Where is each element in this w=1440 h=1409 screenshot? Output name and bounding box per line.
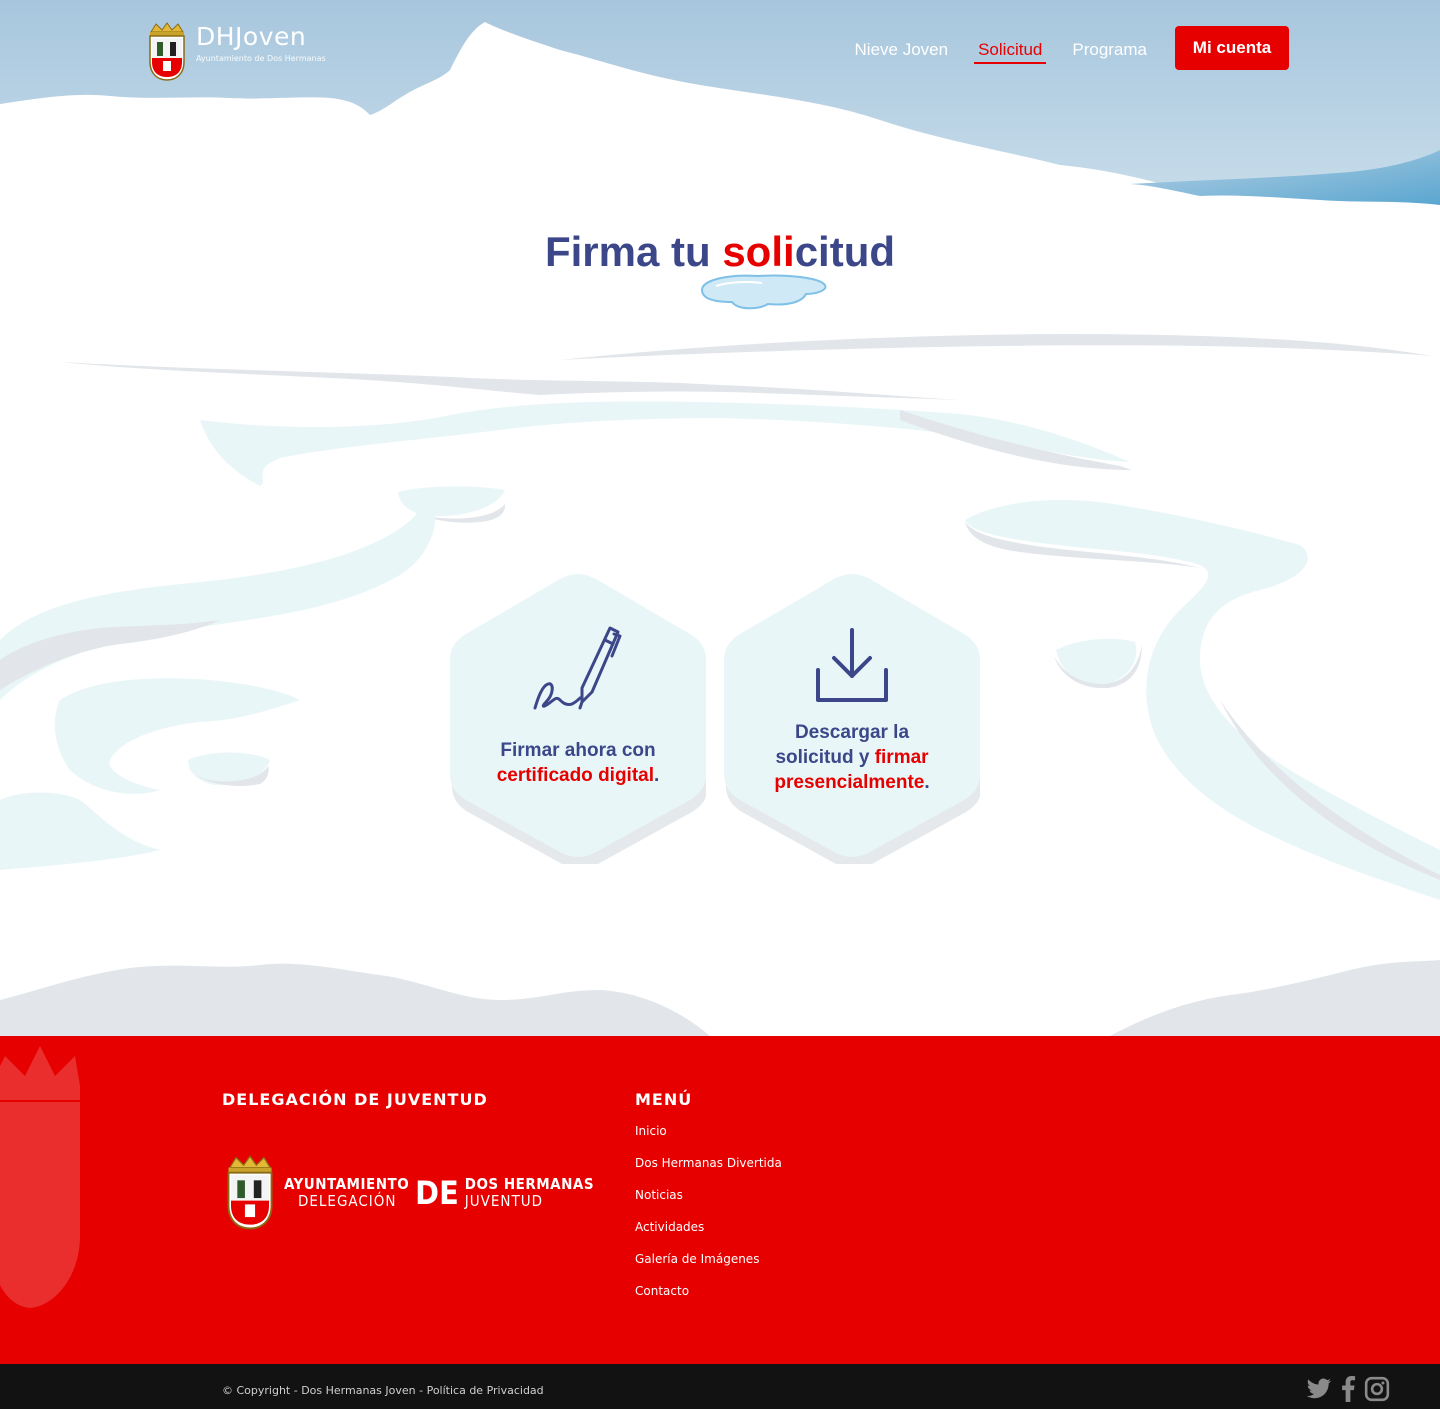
instagram-icon[interactable] xyxy=(1364,1376,1390,1406)
logo-line-dos-hermanas: DOS HERMANAS xyxy=(464,1175,595,1193)
footer-menu: Inicio Dos Hermanas Divertida Noticias A… xyxy=(635,1123,782,1299)
option-card-sign-digital[interactable]: Firmar ahora con certificado digital. xyxy=(450,574,706,864)
title-part-2: citud xyxy=(794,228,896,275)
copyright-text: © Copyright - Dos Hermanas Joven - Polít… xyxy=(222,1384,544,1397)
faded-crest-watermark xyxy=(0,1046,80,1308)
my-account-button[interactable]: Mi cuenta xyxy=(1175,26,1289,70)
crest-icon xyxy=(227,1155,273,1230)
option-text-end: . xyxy=(924,772,930,793)
footer-link-contacto[interactable]: Contacto xyxy=(635,1283,782,1299)
site-logo[interactable]: DHJoven Ayuntamiento de Dos Hermanas xyxy=(146,22,326,82)
nav-solicitud[interactable]: Solicitud xyxy=(974,32,1047,64)
title-highlight: soli xyxy=(722,228,795,275)
footer-link-inicio[interactable]: Inicio xyxy=(635,1123,782,1139)
nav-programa[interactable]: Programa xyxy=(1068,32,1151,64)
footer: DELEGACIÓN DE JUVENTUD AYUNTAMIENTO DELE… xyxy=(0,1036,1440,1364)
option-text: Descargar la solicitud y firmar presenci… xyxy=(760,720,944,795)
twitter-icon[interactable] xyxy=(1306,1378,1332,1404)
footer-link-dos-hermanas-divertida[interactable]: Dos Hermanas Divertida xyxy=(635,1155,782,1171)
ayuntamiento-logo[interactable]: AYUNTAMIENTO DELEGACIÓN DE DOS HERMANAS … xyxy=(222,1155,594,1231)
facebook-icon[interactable] xyxy=(1340,1376,1356,1406)
logo-line-juventud: JUVENTUD xyxy=(464,1192,543,1210)
hexagon-shape xyxy=(450,574,706,864)
brand-name: DHJoven xyxy=(196,22,307,51)
brand-subtitle: Ayuntamiento de Dos Hermanas xyxy=(196,54,326,63)
ice-puddle-decoration xyxy=(700,274,827,310)
main-nav: Nieve Joven Solicitud Programa Mi cuenta xyxy=(851,26,1289,70)
footer-link-actividades[interactable]: Actividades xyxy=(635,1219,782,1235)
snow-landscape-background xyxy=(0,0,1440,1036)
option-text: Firmar ahora con certificado digital. xyxy=(468,738,688,788)
social-links xyxy=(1298,1376,1390,1406)
footer-heading-delegacion: DELEGACIÓN DE JUVENTUD xyxy=(222,1090,488,1109)
option-card-download[interactable]: Descargar la solicitud y firmar presenci… xyxy=(724,574,980,864)
copyright-bar: © Copyright - Dos Hermanas Joven - Polít… xyxy=(0,1364,1440,1409)
logo-de: DE xyxy=(415,1174,459,1212)
option-text-red: certificado digital xyxy=(496,765,655,786)
nav-nieve-joven[interactable]: Nieve Joven xyxy=(851,32,953,64)
logo-line-delegacion: DELEGACIÓN xyxy=(298,1192,397,1210)
download-icon xyxy=(816,628,888,702)
footer-heading-menu: MENÚ xyxy=(635,1090,693,1109)
logo-line-ayuntamiento: AYUNTAMIENTO xyxy=(284,1175,410,1193)
option-text-lead: Firmar ahora con xyxy=(500,740,656,761)
footer-column-delegacion: DELEGACIÓN DE JUVENTUD AYUNTAMIENTO DELE… xyxy=(222,1090,594,1231)
title-part-1: Firma tu xyxy=(544,228,723,275)
hexagon-shape xyxy=(724,574,980,864)
footer-link-noticias[interactable]: Noticias xyxy=(635,1187,782,1203)
option-text-end: . xyxy=(654,765,660,786)
page-title: Firma tu solicitud xyxy=(0,228,1440,276)
crest-icon xyxy=(149,22,185,81)
footer-column-menu: MENÚ Inicio Dos Hermanas Divertida Notic… xyxy=(635,1090,782,1315)
footer-link-galeria[interactable]: Galería de Imágenes xyxy=(635,1251,782,1267)
pen-signature-icon xyxy=(533,626,622,710)
